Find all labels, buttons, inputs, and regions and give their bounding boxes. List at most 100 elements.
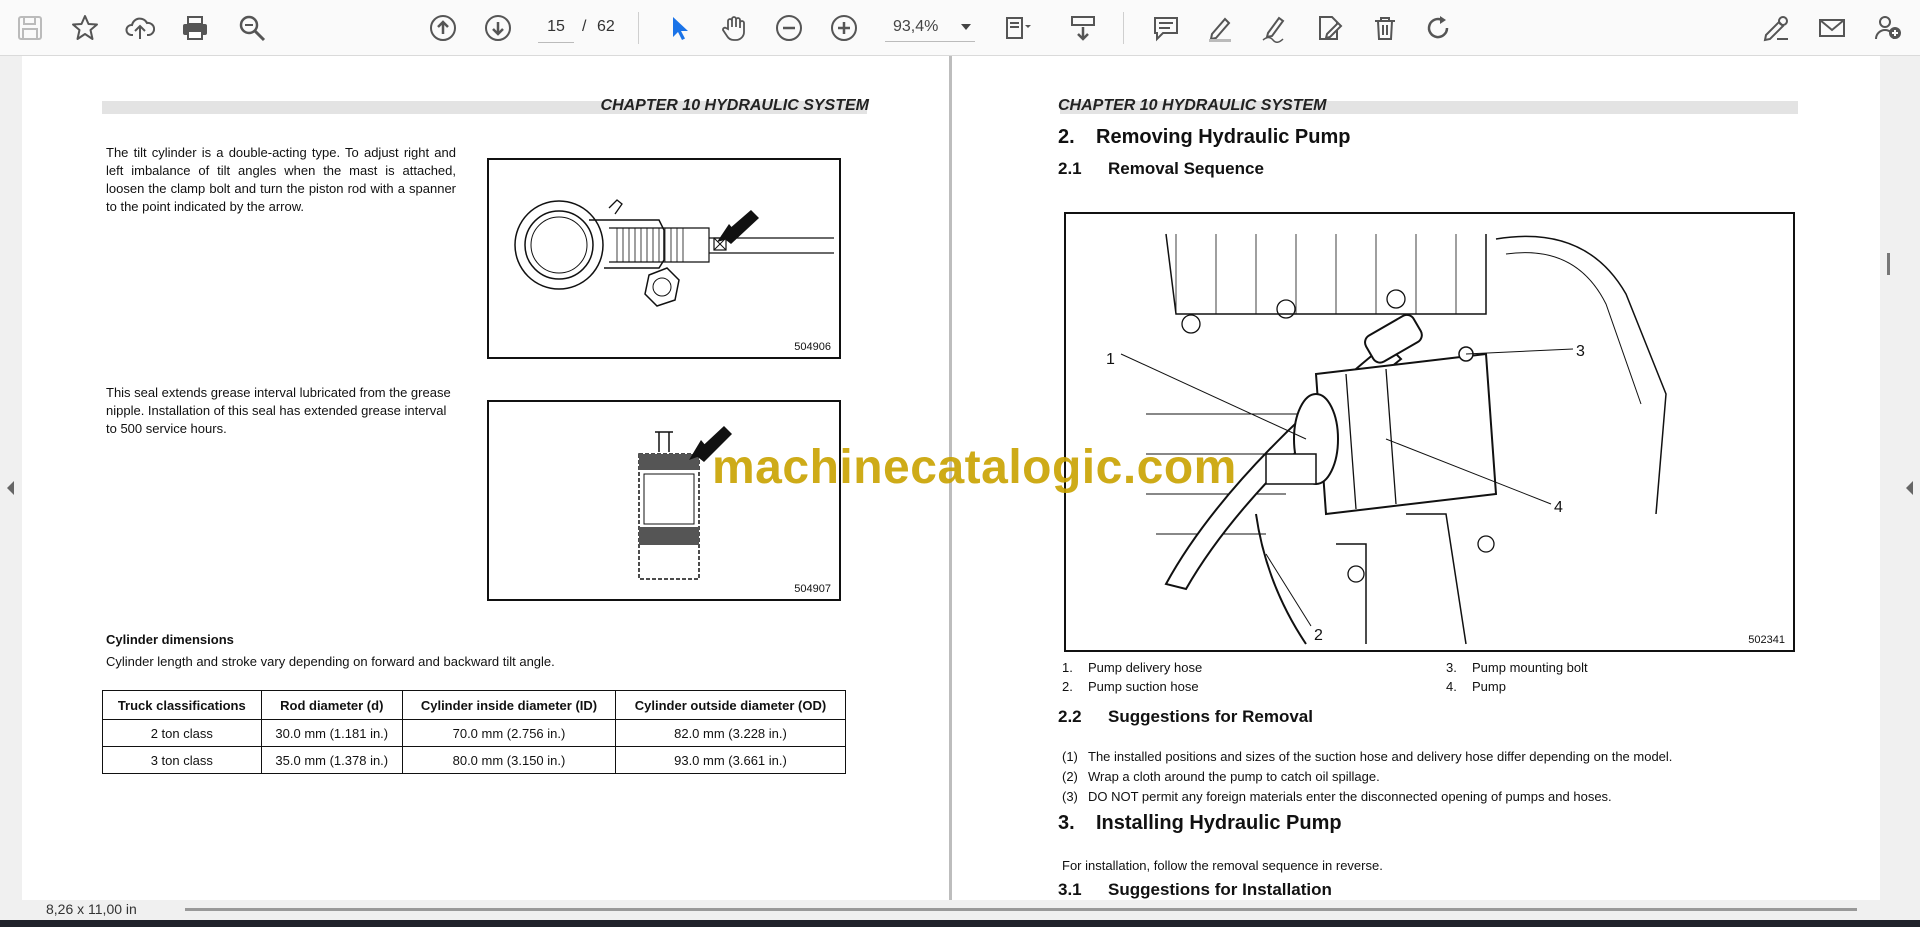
suggestion-text: The installed positions and sizes of the…: [1088, 749, 1673, 764]
total-pages: 62: [597, 18, 615, 35]
seal-paragraph: This seal extends grease interval lubric…: [106, 385, 451, 436]
suggestion-text: DO NOT permit any foreign materials ente…: [1088, 789, 1612, 804]
figure-id: 502341: [1748, 634, 1785, 646]
cylinder-heading: Cylinder dimensions: [106, 632, 234, 647]
select-cursor-icon[interactable]: [659, 8, 699, 48]
email-icon[interactable]: [1812, 8, 1852, 48]
toolbar-divider: [1123, 12, 1124, 44]
zoom-value: 93,4%: [893, 18, 939, 35]
figure-id: 504906: [794, 341, 831, 353]
zoom-search-icon[interactable]: [232, 8, 272, 48]
callout-label: 4: [1554, 499, 1563, 516]
table-cell: 2 ton class: [102, 719, 262, 747]
legend-number: 1.: [1062, 660, 1073, 675]
seal-drawing: [638, 426, 732, 580]
print-icon[interactable]: [175, 8, 215, 48]
taskbar-strip: [0, 920, 1920, 927]
table-row: 3 ton class 35.0 mm (1.378 in.) 80.0 mm …: [102, 746, 847, 774]
section-number: 2.2: [1058, 707, 1082, 726]
legend-text: Pump mounting bolt: [1472, 660, 1588, 675]
tilt-paragraph: The tilt cylinder is a double-acting typ…: [106, 145, 456, 214]
horizontal-scrollbar[interactable]: [185, 908, 1857, 911]
table-cell: 3 ton class: [102, 746, 262, 774]
section-number: 2.1: [1058, 159, 1082, 178]
section-title: Installing Hydraulic Pump: [1096, 812, 1342, 834]
legend-number: 3.: [1446, 660, 1457, 675]
section-number: 3.1: [1058, 880, 1082, 899]
toolbar-divider: [638, 12, 639, 44]
cylinder-note: Cylinder length and stroke vary dependin…: [106, 654, 555, 669]
legend-text: Pump suction hose: [1088, 679, 1199, 694]
table-cell: 80.0 mm (3.150 in.): [402, 746, 616, 774]
install-note: For installation, follow the removal seq…: [1062, 858, 1383, 873]
table-header: Truck classifications: [102, 690, 262, 720]
bookmark-star-icon[interactable]: [65, 8, 105, 48]
table-cell: 82.0 mm (3.228 in.): [614, 719, 847, 747]
table-cell: 70.0 mm (2.756 in.): [402, 719, 616, 747]
legend-text: Pump delivery hose: [1088, 660, 1203, 675]
delete-trash-icon[interactable]: [1365, 8, 1405, 48]
callout-label: 2: [1314, 627, 1323, 644]
table-cell: 93.0 mm (3.661 in.): [614, 746, 847, 774]
table-header: Cylinder outside diameter (OD): [614, 690, 847, 720]
table-header-row: Truck classifications Rod diameter (d) C…: [102, 690, 847, 720]
zoom-select[interactable]: 93,4%: [885, 12, 975, 42]
hand-tool-icon[interactable]: [714, 8, 754, 48]
comment-icon[interactable]: [1146, 8, 1186, 48]
page-separator: /: [582, 18, 587, 35]
suggestion-number: (1): [1062, 749, 1078, 764]
suggestion-number: (2): [1062, 769, 1078, 784]
legend-number: 2.: [1062, 679, 1073, 694]
left-panel-toggle-icon[interactable]: [7, 481, 14, 495]
vertical-scrollbar-thumb[interactable]: [1887, 253, 1890, 275]
cloud-upload-icon[interactable]: [120, 8, 160, 48]
tilt-cylinder-drawing: [514, 199, 834, 307]
chevron-down-icon: [961, 24, 971, 30]
hydraulic-pump-figure: 1 3 4 2 502341: [1064, 212, 1795, 652]
table-header: Cylinder inside diameter (ID): [402, 690, 616, 720]
hydraulic-pump-drawing: 1 3 4 2: [1106, 233, 1667, 645]
left-gutter: [0, 56, 22, 900]
cylinder-dimensions-table: Truck classifications Rod diameter (d) C…: [102, 690, 847, 774]
section-title: Suggestions for Removal: [1108, 707, 1313, 726]
watermark: machinecatalogic.com: [712, 441, 1237, 494]
next-page-icon[interactable]: [478, 8, 518, 48]
callout-label: 3: [1576, 343, 1585, 360]
table-row: 2 ton class 30.0 mm (1.181 in.) 70.0 mm …: [102, 719, 847, 747]
suggestion-number: (3): [1062, 789, 1078, 804]
page-size-label: 8,26 x 11,00 in: [46, 901, 137, 917]
toolbar: 15 / 62 93,4%: [0, 0, 1920, 56]
previous-page-icon[interactable]: [423, 8, 463, 48]
page-number-input[interactable]: 15: [538, 12, 574, 43]
zoom-in-icon[interactable]: [824, 8, 864, 48]
section-title: Removal Sequence: [1108, 159, 1264, 178]
table-cell: 30.0 mm (1.181 in.): [260, 719, 404, 747]
figure-id: 504907: [794, 583, 831, 595]
highlight-pen-icon[interactable]: [1200, 8, 1240, 48]
chapter-header: CHAPTER 10 HYDRAULIC SYSTEM: [600, 97, 869, 114]
table-header: Rod diameter (d): [260, 690, 404, 720]
sign-icon[interactable]: [1756, 8, 1796, 48]
suggestion-text: Wrap a cloth around the pump to catch oi…: [1088, 769, 1380, 784]
tilt-cylinder-figure: 504906: [487, 158, 841, 359]
section-number: 2.: [1058, 126, 1075, 148]
section-number: 3.: [1058, 812, 1075, 834]
right-panel-toggle-icon[interactable]: [1906, 481, 1913, 495]
edit-document-icon[interactable]: [1309, 8, 1349, 48]
section-title: Suggestions for Installation: [1108, 880, 1332, 899]
chapter-header: CHAPTER 10 HYDRAULIC SYSTEM: [1058, 97, 1327, 114]
page-fit-icon[interactable]: [997, 8, 1037, 48]
seal-figure: 504907: [487, 400, 841, 601]
zoom-out-icon[interactable]: [769, 8, 809, 48]
table-cell: 35.0 mm (1.378 in.): [260, 746, 404, 774]
rotate-icon[interactable]: [1419, 8, 1459, 48]
save-icon[interactable]: [10, 8, 50, 48]
right-gutter: [1880, 56, 1920, 900]
add-user-icon[interactable]: [1868, 8, 1908, 48]
draw-pen-icon[interactable]: [1254, 8, 1294, 48]
scroll-mode-icon[interactable]: [1063, 8, 1103, 48]
legend-number: 4.: [1446, 679, 1457, 694]
callout-label: 1: [1106, 351, 1115, 368]
legend-text: Pump: [1472, 679, 1506, 694]
section-title: Removing Hydraulic Pump: [1096, 126, 1351, 148]
